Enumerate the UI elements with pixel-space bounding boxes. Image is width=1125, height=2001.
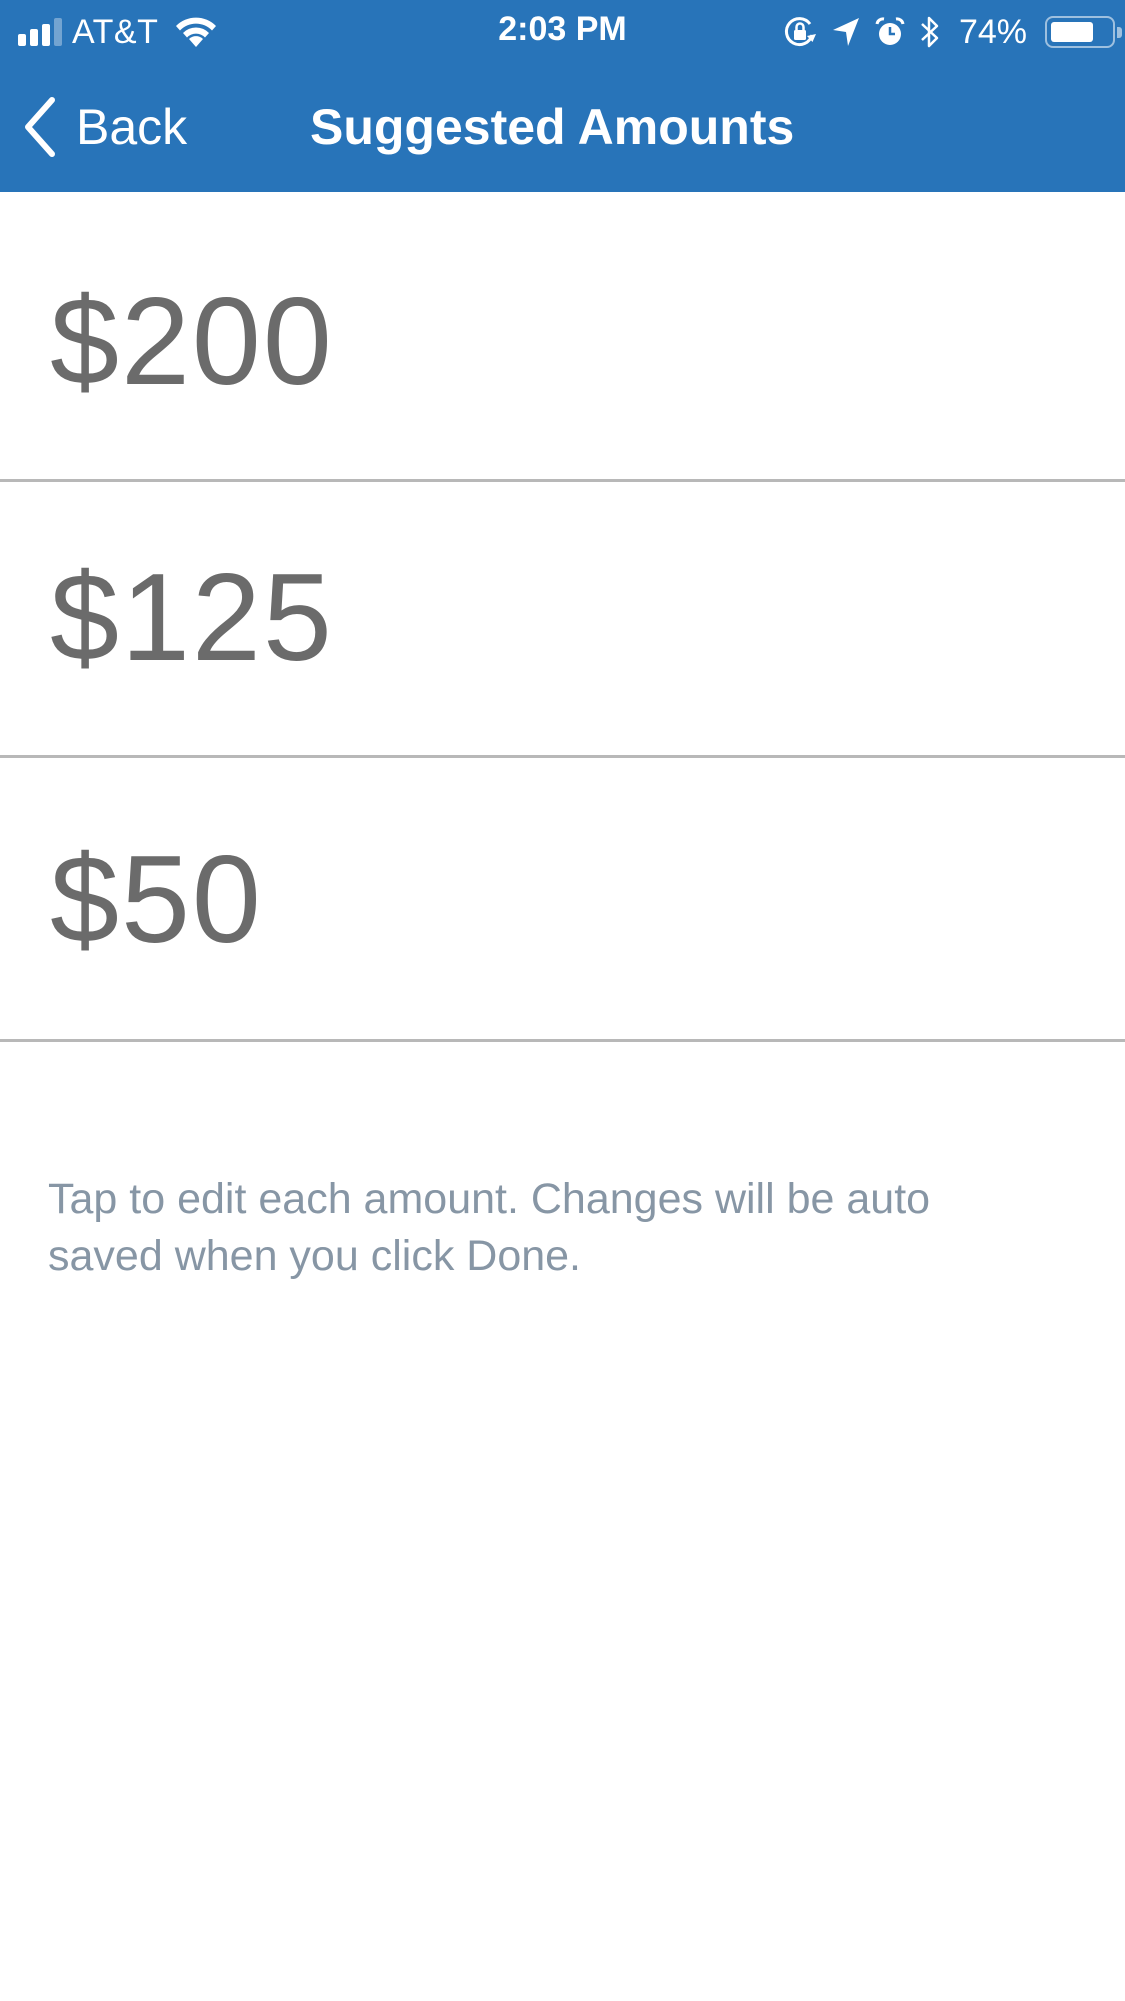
location-icon xyxy=(832,18,859,46)
amount-value[interactable]: $125 xyxy=(50,556,334,680)
battery-fill xyxy=(1051,22,1093,42)
amount-row[interactable]: $125 xyxy=(0,482,1125,758)
battery-icon xyxy=(1045,16,1122,48)
back-button[interactable]: Back xyxy=(22,94,187,160)
page-title: Suggested Amounts xyxy=(310,99,795,155)
status-bar-right: 74% xyxy=(783,12,1122,52)
chevron-left-icon xyxy=(25,97,55,157)
back-label: Back xyxy=(76,99,188,155)
amount-value[interactable]: $50 xyxy=(50,838,263,962)
amount-row[interactable]: $200 xyxy=(0,192,1125,482)
amount-value[interactable]: $200 xyxy=(50,280,334,404)
bluetooth-icon xyxy=(921,16,939,48)
battery-percent: 74% xyxy=(958,12,1027,51)
alarm-icon xyxy=(875,17,905,45)
navigation-bar: Back Suggested Amounts xyxy=(0,64,1125,192)
app-header: AT&T 2:03 PM 74% Back Suggested Amounts xyxy=(0,0,1125,192)
help-text: Tap to edit each amount. Changes will be… xyxy=(48,1175,931,1280)
amounts-list: $200 $125 $50 xyxy=(0,192,1125,1042)
orientation-lock-icon xyxy=(784,17,816,47)
status-bar: AT&T 2:03 PM 74% xyxy=(0,0,1125,64)
amount-row[interactable]: $50 xyxy=(0,758,1125,1042)
